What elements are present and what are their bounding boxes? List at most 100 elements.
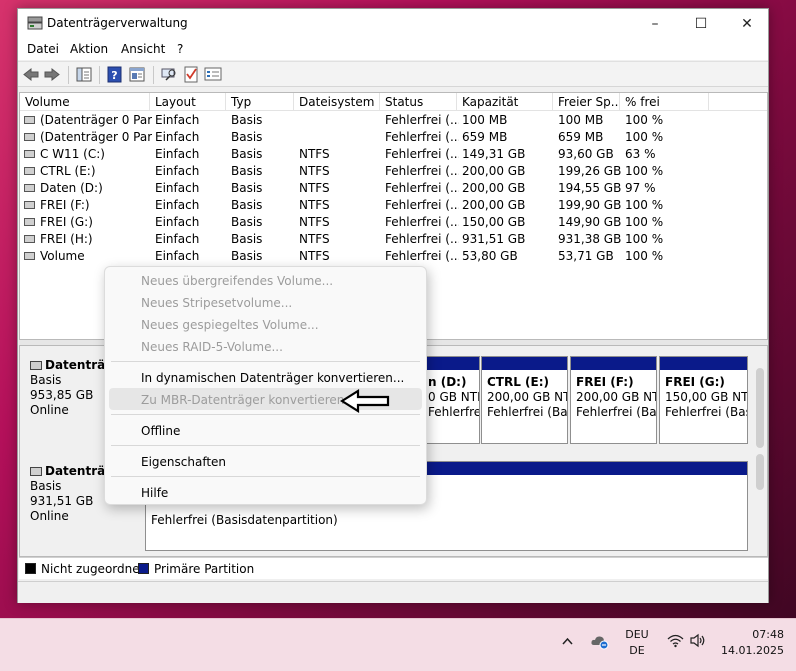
disk-0-size: 953,85 GB (30, 388, 94, 402)
cell-volume: (Datenträger 0 Par... (40, 113, 152, 127)
forward-arrow-icon[interactable] (43, 66, 61, 83)
menu-item-new-spanned-volume[interactable]: Neues übergreifendes Volume... (141, 274, 333, 288)
cell-dateisystem: NTFS (299, 232, 330, 246)
cell-layout: Einfach (155, 181, 200, 195)
column-header-dateisystem[interactable]: Dateisystem (294, 93, 380, 111)
volume-list-header: Volume Layout Typ Dateisystem Status Kap… (20, 93, 767, 111)
menu-separator (111, 414, 420, 415)
cell-dateisystem: NTFS (299, 198, 330, 212)
properties-icon[interactable] (128, 66, 146, 83)
wifi-icon[interactable] (667, 633, 684, 648)
checklist-icon[interactable] (182, 66, 200, 83)
partition-ctrl-e[interactable]: CTRL (E:) 200,00 GB NTF Fehlerfrei (Bas (481, 356, 568, 444)
onedrive-sync-icon[interactable] (590, 632, 610, 650)
cell-freier-speicher: 194,55 GB (558, 181, 622, 195)
cell-status: Fehlerfrei (... (385, 249, 459, 263)
partition-frei-f[interactable]: FREI (F:) 200,00 GB NTF Fehlerfrei (Bas (570, 356, 657, 444)
cell-typ: Basis (231, 215, 263, 229)
chevron-up-icon[interactable] (561, 635, 574, 648)
table-row[interactable]: FREI (F:) Einfach Basis NTFS Fehlerfrei (...… (20, 197, 767, 214)
cell-typ: Basis (231, 249, 263, 263)
menu-item-new-raid5-volume[interactable]: Neues RAID-5-Volume... (141, 340, 283, 354)
cell-typ: Basis (231, 181, 263, 195)
cell-layout: Einfach (155, 198, 200, 212)
partition-frei-g[interactable]: FREI (G:) 150,00 GB NTF Fehlerfrei (Basi (659, 356, 748, 444)
menu-item-convert-dynamic[interactable]: In dynamischen Datenträger konvertieren.… (141, 371, 404, 385)
menu-datei[interactable]: Datei (27, 42, 59, 56)
table-row[interactable]: FREI (H:) Einfach Basis NTFS Fehlerfrei (...… (20, 231, 767, 248)
menu-separator (111, 476, 420, 477)
volume-speaker-icon[interactable] (689, 633, 705, 648)
menu-separator (111, 361, 420, 362)
table-row[interactable]: CTRL (E:) Einfach Basis NTFS Fehlerfrei (...… (20, 163, 767, 180)
menu-item-new-striped-volume[interactable]: Neues Stripesetvolume... (141, 296, 292, 310)
cell-status: Fehlerfrei (... (385, 113, 459, 127)
volume-icon (24, 150, 35, 158)
cell-kapazitaet: 100 MB (462, 113, 508, 127)
input-language-indicator[interactable]: DEU DE (620, 627, 654, 659)
cell-prozent-frei: 100 % (625, 198, 664, 212)
table-row[interactable]: (Datenträger 0 Par... Einfach Basis Fehlerf… (20, 112, 767, 129)
column-header-layout[interactable]: Layout (150, 93, 226, 111)
partition-status: Fehlerfrei (Basi (665, 405, 748, 419)
cell-typ: Basis (231, 164, 263, 178)
menu-item-help[interactable]: Hilfe (141, 486, 168, 500)
cell-status: Fehlerfrei (... (385, 181, 459, 195)
column-header-prozent-frei[interactable]: % frei (620, 93, 709, 111)
disk-0-label[interactable]: Datenträg Basis 953,85 GB Online (30, 358, 114, 418)
column-header-volume[interactable]: Volume (20, 93, 150, 111)
status-bar (18, 581, 768, 603)
partition-size: 150,00 GB NTF (665, 390, 748, 404)
table-row[interactable]: FREI (G:) Einfach Basis NTFS Fehlerfrei (...… (20, 214, 767, 231)
column-header-typ[interactable]: Typ (226, 93, 294, 111)
graph-scrollbar-upper[interactable] (756, 368, 764, 448)
table-row[interactable]: Volume Einfach Basis NTFS Fehlerfrei (... 53,… (20, 248, 767, 265)
partition-status: Fehlerfrei (Bas (576, 405, 657, 419)
partition-daten-d[interactable]: n (D:) 0 GB NTF Fehlerfrei (Bas (425, 356, 480, 444)
menu-item-new-mirrored-volume[interactable]: Neues gespiegeltes Volume... (141, 318, 319, 332)
cell-dateisystem: NTFS (299, 181, 330, 195)
clock[interactable]: 07:48 14.01.2025 (716, 627, 790, 659)
cell-dateisystem: NTFS (299, 215, 330, 229)
close-button[interactable]: ✕ (724, 9, 770, 38)
console-tree-icon[interactable] (75, 66, 93, 83)
cell-volume: (Datenträger 0 Par... (40, 130, 152, 144)
menu-item-convert-mbr[interactable]: Zu MBR-Datenträger konvertieren (141, 393, 344, 407)
settings-icon[interactable] (204, 66, 222, 83)
graph-scrollbar-lower[interactable] (756, 454, 764, 490)
column-header-freier-speicher[interactable]: Freier Sp... (553, 93, 620, 111)
partition-name: CTRL (E:) (487, 375, 550, 389)
title-bar[interactable]: Datenträgerverwaltung – ☐ ✕ (18, 9, 768, 38)
cell-freier-speicher: 53,71 GB (558, 249, 614, 263)
column-header-status[interactable]: Status (380, 93, 457, 111)
legend-primary-label: Primäre Partition (154, 562, 255, 576)
cell-prozent-frei: 63 % (625, 147, 656, 161)
cell-prozent-frei: 100 % (625, 249, 664, 263)
table-row[interactable]: (Datenträger 0 Par... Einfach Basis Fehlerf… (20, 129, 767, 146)
menu-ansicht[interactable]: Ansicht (121, 42, 165, 56)
cell-freier-speicher: 100 MB (558, 113, 604, 127)
cell-volume: FREI (F:) (40, 198, 90, 212)
maximize-button[interactable]: ☐ (678, 9, 724, 38)
minimize-button[interactable]: – (632, 9, 678, 38)
column-header-kapazitaet[interactable]: Kapazität (457, 93, 553, 111)
disk-1-size: 931,51 GB (30, 494, 94, 508)
legend: Nicht zugeordnet Primäre Partition (19, 557, 768, 579)
disk-1-label[interactable]: Datenträg Basis 931,51 GB Online (30, 464, 114, 524)
cell-prozent-frei: 100 % (625, 164, 664, 178)
menu-item-properties[interactable]: Eigenschaften (141, 455, 226, 469)
table-row[interactable]: Daten (D:) Einfach Basis NTFS Fehlerfrei (..… (20, 180, 767, 197)
partition-status: Fehlerfrei (Bas (487, 405, 568, 419)
menu-help[interactable]: ? (177, 42, 183, 56)
menu-item-offline[interactable]: Offline (141, 424, 180, 438)
cell-typ: Basis (231, 113, 263, 127)
menu-aktion[interactable]: Aktion (70, 42, 108, 56)
back-arrow-icon[interactable] (22, 66, 40, 83)
cell-layout: Einfach (155, 232, 200, 246)
cell-dateisystem: NTFS (299, 249, 330, 263)
partition-size: 200,00 GB NTF (487, 390, 567, 404)
help-icon[interactable]: ? (106, 66, 124, 83)
toolbar-separator (99, 66, 100, 84)
rescan-icon[interactable] (160, 66, 178, 83)
table-row[interactable]: C W11 (C:) Einfach Basis NTFS Fehlerfrei (..… (20, 146, 767, 163)
